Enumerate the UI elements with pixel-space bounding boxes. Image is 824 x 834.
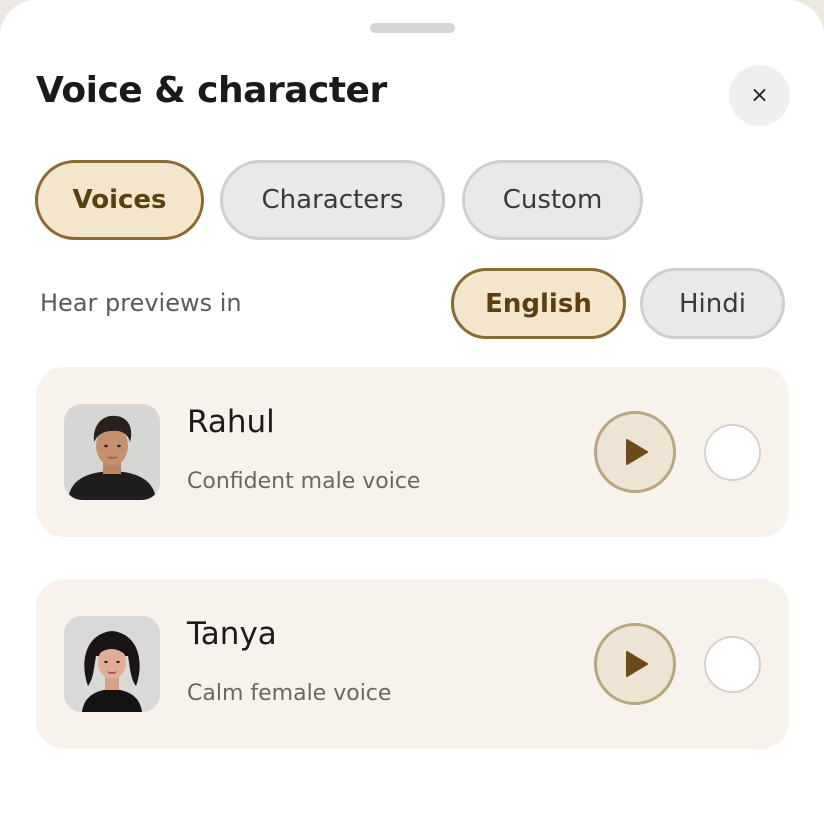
tab-custom[interactable]: Custom (462, 160, 643, 240)
language-english-label: English (485, 288, 592, 319)
voice-card-tanya[interactable]: Tanya Calm female voice (36, 579, 789, 749)
male-avatar-photo (64, 404, 160, 500)
tab-characters[interactable]: Characters (220, 160, 445, 240)
avatar (64, 616, 160, 712)
tab-voices-label: Voices (72, 185, 167, 215)
tab-custom-label: Custom (502, 185, 603, 215)
play-icon (626, 439, 648, 465)
select-voice-radio[interactable] (704, 424, 761, 481)
voice-character-sheet: Voice & character × Voices Characters Cu… (0, 0, 824, 834)
voice-description: Calm female voice (187, 681, 392, 706)
avatar (64, 404, 160, 500)
page-title: Voice & character (36, 70, 387, 111)
close-button[interactable]: × (729, 65, 790, 126)
tab-voices[interactable]: Voices (35, 160, 204, 240)
voice-name: Tanya (187, 616, 277, 652)
voice-description: Confident male voice (187, 469, 421, 494)
previews-label: Hear previews in (40, 289, 242, 317)
play-preview-button[interactable] (594, 411, 676, 493)
tab-characters-label: Characters (261, 185, 404, 215)
language-english-button[interactable]: English (451, 268, 626, 339)
select-voice-radio[interactable] (704, 636, 761, 693)
play-icon (626, 651, 648, 677)
voice-card-rahul[interactable]: Rahul Confident male voice (36, 367, 789, 537)
language-hindi-button[interactable]: Hindi (640, 268, 785, 339)
close-icon: × (750, 83, 769, 108)
language-hindi-label: Hindi (679, 288, 746, 319)
female-avatar-photo (64, 616, 160, 712)
drag-handle[interactable] (370, 23, 455, 33)
voice-name: Rahul (187, 404, 275, 440)
play-preview-button[interactable] (594, 623, 676, 705)
